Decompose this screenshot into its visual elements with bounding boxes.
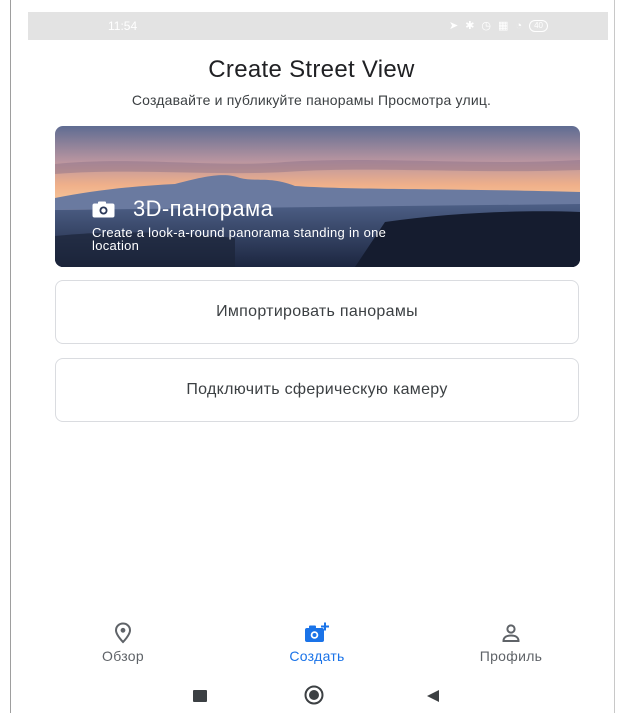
- status-bar: 11:54 ➤ ✱ ◷ ▦ ◔ 40: [28, 12, 608, 40]
- connect-spherical-camera-button[interactable]: Подключить сферическую камеру: [55, 358, 579, 422]
- bluetooth-icon: ✱: [465, 19, 475, 32]
- location-arrow-icon: ➤: [448, 19, 459, 32]
- system-navigation-bar: [28, 679, 608, 709]
- nav-item-overview[interactable]: Обзор: [53, 622, 193, 664]
- recents-square-icon[interactable]: [193, 690, 207, 702]
- battery-icon: 40: [529, 20, 548, 32]
- page-title: Create Street View: [208, 56, 415, 83]
- status-time: 11:54: [108, 19, 138, 33]
- import-panoramas-button[interactable]: Импортировать панорамы: [55, 280, 579, 344]
- add-photo-icon: [305, 622, 329, 642]
- camera-icon: [92, 201, 115, 217]
- import-panoramas-label: Импортировать панорамы: [216, 303, 418, 320]
- panorama-3d-title: 3D-панорама: [133, 196, 274, 221]
- status-icons: ➤ ✱ ◷ ▦ ◔ 40: [449, 20, 548, 32]
- connect-spherical-camera-label: Подключить сферическую камеру: [186, 381, 448, 398]
- nav-label-profile: Профиль: [479, 648, 543, 664]
- nav-item-create[interactable]: Создать: [247, 622, 387, 664]
- signal-icon: ▦: [498, 19, 509, 32]
- home-circle-icon[interactable]: [304, 685, 324, 705]
- bottom-navigation: Обзор Создать Профиль: [28, 622, 608, 670]
- person-icon: [502, 624, 520, 642]
- nav-label-overview: Обзор: [102, 648, 144, 664]
- panorama-3d-card-text: 3D-панорама Create a look-a-round panora…: [92, 196, 412, 252]
- back-triangle-icon[interactable]: [426, 689, 440, 703]
- location-pin-icon: [114, 622, 132, 644]
- panorama-3d-description: Create a look-a-round panorama standing …: [92, 225, 387, 253]
- panorama-3d-card[interactable]: 3D-панорама Create a look-a-round panora…: [55, 126, 580, 267]
- nav-item-profile[interactable]: Профиль: [441, 622, 581, 664]
- wifi-icon: ◔: [515, 19, 523, 32]
- alarm-icon: ◷: [481, 19, 492, 32]
- nav-label-create: Создать: [289, 648, 345, 664]
- page-subtitle: Создавайте и публикуйте панорамы Просмот…: [131, 92, 492, 108]
